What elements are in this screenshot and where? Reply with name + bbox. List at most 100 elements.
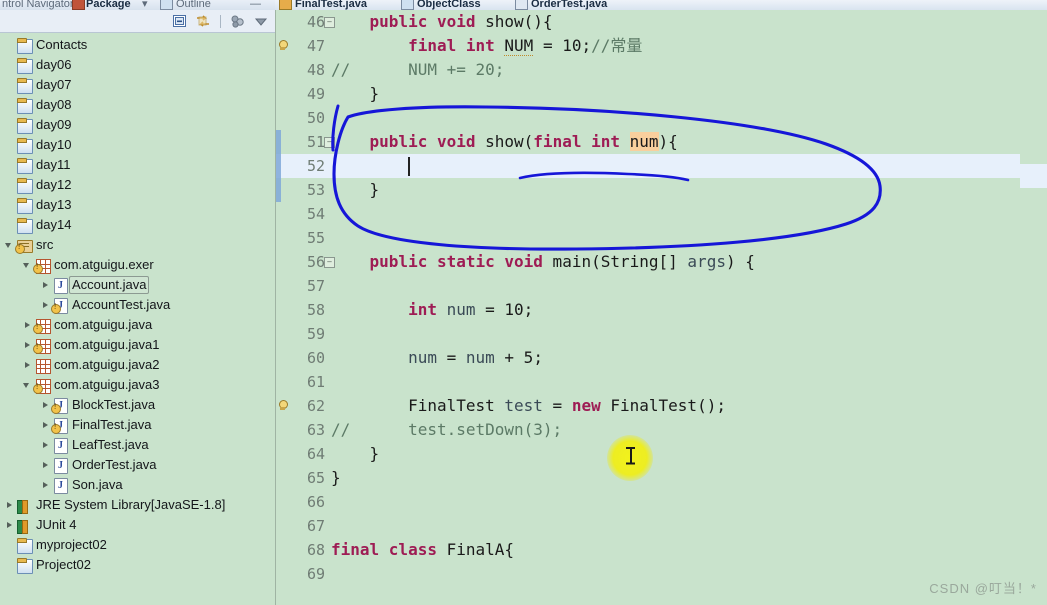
tree-item-label: day07 [36,77,72,92]
tab-objectclass[interactable]: ObjectClass [417,0,481,10]
tree-item-com-atguigu-java1[interactable]: com.atguigu.java1 [0,335,275,355]
code-token: NUM [504,36,534,56]
tree-item-junit-4[interactable]: JUnit 4 [0,515,275,535]
code-line[interactable] [331,562,1020,586]
tree-item-day10[interactable]: day10 [0,135,275,155]
tree-item-son-java[interactable]: Son.java [0,475,275,495]
tree-item-contacts[interactable]: Contacts [0,35,275,55]
code-line[interactable]: } [331,466,1020,490]
warning-badge-icon [51,402,61,414]
warning-badge-icon [33,262,43,274]
expand-arrow-closed-icon[interactable] [22,340,33,351]
tree-item-com-atguigu-java[interactable]: com.atguigu.java [0,315,275,335]
tree-item-day14[interactable]: day14 [0,215,275,235]
tree-item-myproject02[interactable]: myproject02 [0,535,275,555]
tree-item-day12[interactable]: day12 [0,175,275,195]
tree-item-account-java[interactable]: Account.java [0,275,275,295]
expand-arrow-none [4,120,15,131]
code-line[interactable]: // NUM += 20; [331,58,1020,82]
tab-package-explorer[interactable]: Package [86,0,131,10]
tree-item-day13[interactable]: day13 [0,195,275,215]
code-token: int [408,300,437,319]
code-token: = [542,396,572,415]
tree-item-ordertest-java[interactable]: OrderTest.java [0,455,275,475]
tree-item-day09[interactable]: day09 [0,115,275,135]
expand-arrow-closed-icon[interactable] [40,280,51,291]
expand-arrow-closed-icon[interactable] [40,400,51,411]
code-line[interactable]: public static void main(String[] args) { [331,250,1020,274]
expand-arrow-closed-icon[interactable] [40,300,51,311]
expand-arrow-closed-icon[interactable] [40,460,51,471]
tree-item-label: BlockTest.java [72,397,156,412]
tree-item-blocktest-java[interactable]: BlockTest.java [0,395,275,415]
expand-arrow-open-icon[interactable] [22,380,33,391]
code-line[interactable]: // test.setDown(3); [331,418,1020,442]
expand-arrow-closed-icon[interactable] [40,440,51,451]
tab-navigator[interactable]: ntrol Navigator [2,0,74,10]
minimize-button[interactable]: — [250,0,261,10]
package-icon [33,377,51,394]
tree-item-label: OrderTest.java [72,457,157,472]
code-line[interactable] [331,202,1020,226]
tree-item-com-atguigu-exer[interactable]: com.atguigu.exer [0,255,275,275]
expand-arrow-closed-icon[interactable] [22,360,33,371]
java-file-icon [52,277,68,294]
tree-item-jre-system-library[interactable]: JRE System Library [JavaSE-1.8] [0,495,275,515]
code-line[interactable] [331,322,1020,346]
tree-item-label: day12 [36,177,72,192]
tree-item-com-atguigu-java2[interactable]: com.atguigu.java2 [0,355,275,375]
tree-item-day06[interactable]: day06 [0,55,275,75]
link-with-editor-icon[interactable] [195,14,211,29]
line-number: 50 [306,109,325,127]
expand-arrow-closed-icon[interactable] [4,520,15,531]
view-menu-icon[interactable] [253,14,269,29]
quickfix-warning-marker-icon[interactable] [277,40,288,51]
collapse-all-icon[interactable] [172,14,188,29]
tree-item-com-atguigu-java3[interactable]: com.atguigu.java3 [0,375,275,395]
quickfix-warning-marker-icon[interactable] [277,400,288,411]
code-line[interactable]: public void show(){ [331,10,1020,34]
tree-item-project02[interactable]: Project02 [0,555,275,575]
code-line[interactable] [331,226,1020,250]
package-icon [33,257,51,274]
expand-arrow-closed-icon[interactable] [40,420,51,431]
code-line[interactable] [331,370,1020,394]
code-line[interactable]: public void show(final int num){ [331,130,1020,154]
code-line[interactable]: } [331,442,1020,466]
code-text-area[interactable]: public void show(){ final int NUM = 10;/… [331,10,1020,605]
code-line[interactable]: FinalTest test = new FinalTest(); [331,394,1020,418]
code-line[interactable] [331,274,1020,298]
tree-item-leaftest-java[interactable]: LeafTest.java [0,435,275,455]
project-tree[interactable]: Contacts day06 day07 day08 day09 day10 day11 da… [0,33,275,605]
focus-on-active-task-icon[interactable] [230,14,246,29]
tree-item-src[interactable]: src [0,235,275,255]
code-line[interactable]: num = num + 5; [331,346,1020,370]
line-number: 54 [306,205,325,223]
expand-arrow-closed-icon[interactable] [40,480,51,491]
tree-item-accounttest-java[interactable]: AccountTest.java [0,295,275,315]
editor-overview-ruler[interactable] [1020,10,1047,605]
expand-arrow-closed-icon[interactable] [4,500,15,511]
code-line[interactable]: } [331,82,1020,106]
tree-item-finaltest-java[interactable]: FinalTest.java [0,415,275,435]
java-editor[interactable]: 46–47 48 49 50 51–52 53 54 55 56–57 58 59 60 61 62 63 6… [276,10,1047,605]
expand-arrow-closed-icon[interactable] [22,320,33,331]
code-line[interactable]: final int NUM = 10;//常量 [331,34,1020,58]
tab-ordertest-java[interactable]: OrderTest.java [531,0,607,10]
tree-item-day07[interactable]: day07 [0,75,275,95]
code-line[interactable]: } [331,178,1020,202]
tree-item-day11[interactable]: day11 [0,155,275,175]
code-line[interactable] [331,514,1020,538]
code-line[interactable] [331,490,1020,514]
code-line[interactable]: int num = 10; [331,298,1020,322]
tab-finaltest-java[interactable]: FinalTest.java [295,0,367,10]
code-line[interactable]: final class FinalA{ [331,538,1020,562]
expand-arrow-open-icon[interactable] [4,240,15,251]
expand-arrow-open-icon[interactable] [22,260,33,271]
tree-item-day08[interactable]: day08 [0,95,275,115]
code-line[interactable] [331,154,1020,178]
code-line[interactable] [331,106,1020,130]
changed-lines-indicator [276,130,281,154]
tab-outline[interactable]: Outline [176,0,211,10]
